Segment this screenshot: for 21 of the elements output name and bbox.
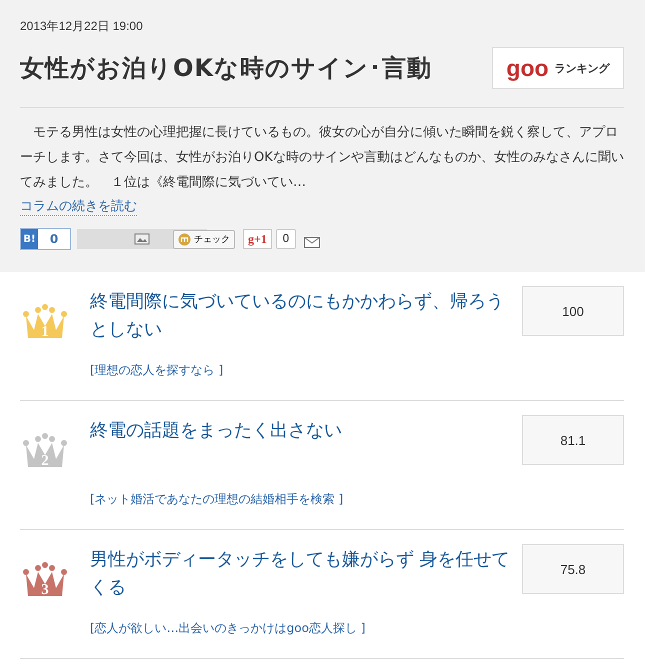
mail-icon[interactable] (304, 236, 320, 248)
article-date: 2013年12月22日 19:00 (20, 18, 144, 35)
google-plus-button[interactable]: g+1 (243, 229, 272, 249)
article-summary: モテる男性は女性の心理把握に長けているもの。彼女の心が自分に傾いた瞬間を鋭く察して、アプローチします。さて今回は、女性がお泊りOKな時のサインや言動はどんなものか、女性のみなさんに聞いてみました。 １位は《終電間際に気づいてい… (20, 124, 624, 192)
mixi-check-button[interactable]: チェック (173, 230, 235, 248)
article-title: 女性がお泊りOKな時のサイン･言動 (20, 53, 432, 84)
read-more-link[interactable]: コラムの続きを読む (20, 198, 137, 216)
score-box: 81.1 (522, 415, 624, 465)
ranking-item-title[interactable]: 終電間際に気づいているのにもかかわらず、帰ろうとしない (90, 288, 510, 344)
m-icon (178, 232, 191, 246)
sponsored-link[interactable]: [理想の恋人を探すなら ] (90, 362, 224, 379)
image-icon (134, 233, 150, 245)
score-box: 75.8 (522, 544, 624, 594)
ranking-item-title[interactable]: 終電の話題をまったく出さない (90, 417, 510, 445)
plus-count: 0 (276, 229, 296, 249)
sponsored-link[interactable]: [ネット婚活であなたの理想の結婚相手を検索 ] (90, 491, 344, 508)
hatena-bookmark-button[interactable]: B! 0 (20, 228, 71, 250)
sponsored-link[interactable]: [恋人が欲しい…出会いのきっかけはgoo恋人探し ] (90, 620, 366, 637)
ranking-item-title[interactable]: 男性がボディータッチをしても嫌がらず 身を任せてくる (90, 546, 510, 602)
goo-ranking-logo[interactable]: goo ランキング (492, 47, 624, 89)
score-box: 100 (522, 286, 624, 336)
